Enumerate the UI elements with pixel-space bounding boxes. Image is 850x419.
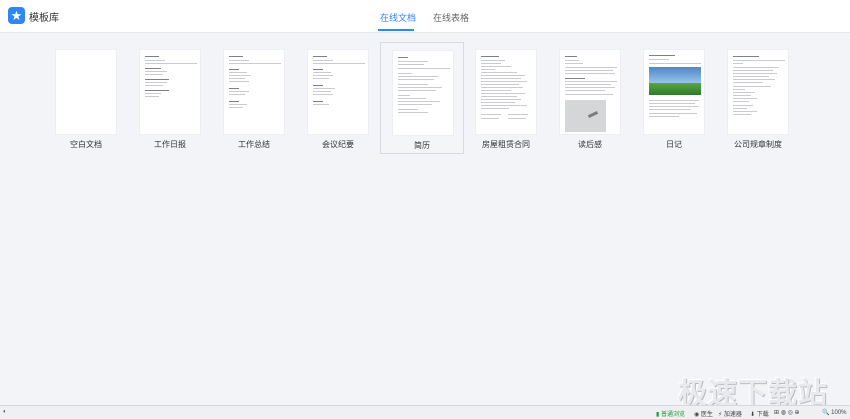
template-thumbnail	[55, 49, 117, 135]
template-label: 读后感	[578, 140, 602, 149]
star-logo-icon: ★	[8, 7, 25, 24]
status-zoom-label: 100%	[831, 410, 847, 416]
template-thumbnail	[559, 49, 621, 135]
template-card-company-rules[interactable]: 公司规章制度	[716, 42, 800, 154]
template-thumbnail	[643, 49, 705, 135]
status-doctor-label: 医生	[700, 412, 713, 418]
template-card-rental-contract[interactable]: 房屋租赁合同	[464, 42, 548, 154]
template-card-work-summary[interactable]: 工作总结	[212, 42, 296, 154]
template-label: 空白文档	[70, 140, 102, 149]
status-download-label: 下载	[756, 412, 769, 418]
template-card-blank[interactable]: 空白文档	[44, 42, 128, 154]
template-card-daily-report[interactable]: 工作日报	[128, 42, 212, 154]
active-tab-indicator	[378, 29, 414, 31]
template-card-reading-reflection[interactable]: 读后感	[548, 42, 632, 154]
thumbnail-photo	[649, 67, 701, 83]
status-accelerator-label: 加速器	[723, 412, 742, 418]
template-label: 工作总结	[238, 140, 270, 149]
template-card-diary[interactable]: 日记	[632, 42, 716, 154]
template-thumbnail	[139, 49, 201, 135]
template-label: 会议纪要	[322, 140, 354, 149]
status-accelerator[interactable]: ⚡ 加速器	[718, 409, 742, 418]
template-label: 简历	[414, 141, 430, 150]
template-card-meeting-minutes[interactable]: 会议纪要	[296, 42, 380, 154]
tab-online-sheets[interactable]: 在线表格	[433, 11, 469, 24]
template-label: 公司规章制度	[734, 140, 782, 149]
tab-online-docs[interactable]: 在线文档	[380, 11, 416, 24]
template-thumbnail	[475, 49, 537, 135]
template-thumbnail	[727, 49, 789, 135]
status-download[interactable]: ⬇ 下载	[750, 409, 769, 418]
template-thumbnail	[392, 50, 454, 136]
template-label: 房屋租赁合同	[482, 140, 530, 149]
status-doctor[interactable]: ◉ 医生	[694, 409, 713, 418]
top-bar: ★ 模板库 在线文档 在线表格	[0, 0, 850, 33]
template-thumbnail	[223, 49, 285, 135]
template-label: 日记	[666, 140, 682, 149]
status-bar: ◐ ▮ 普通浏览 ◉ 医生 ⚡ 加速器 ⬇ 下载 ⊞ ◍ ◎ ⊕ 🔍 100%	[0, 405, 850, 419]
status-browse-mode[interactable]: ▮ 普通浏览	[656, 409, 685, 418]
template-thumbnail	[307, 49, 369, 135]
status-zoom[interactable]: 🔍 100%	[822, 409, 847, 416]
template-label: 工作日报	[154, 140, 186, 149]
template-card-resume[interactable]: 简历	[380, 42, 464, 154]
app-title: 模板库	[29, 13, 59, 24]
thumbnail-image	[565, 100, 606, 132]
status-browse-label: 普通浏览	[660, 412, 685, 418]
status-circle-icon[interactable]: ◐	[3, 409, 7, 415]
status-misc-icons[interactable]: ⊞ ◍ ◎ ⊕	[774, 409, 800, 416]
